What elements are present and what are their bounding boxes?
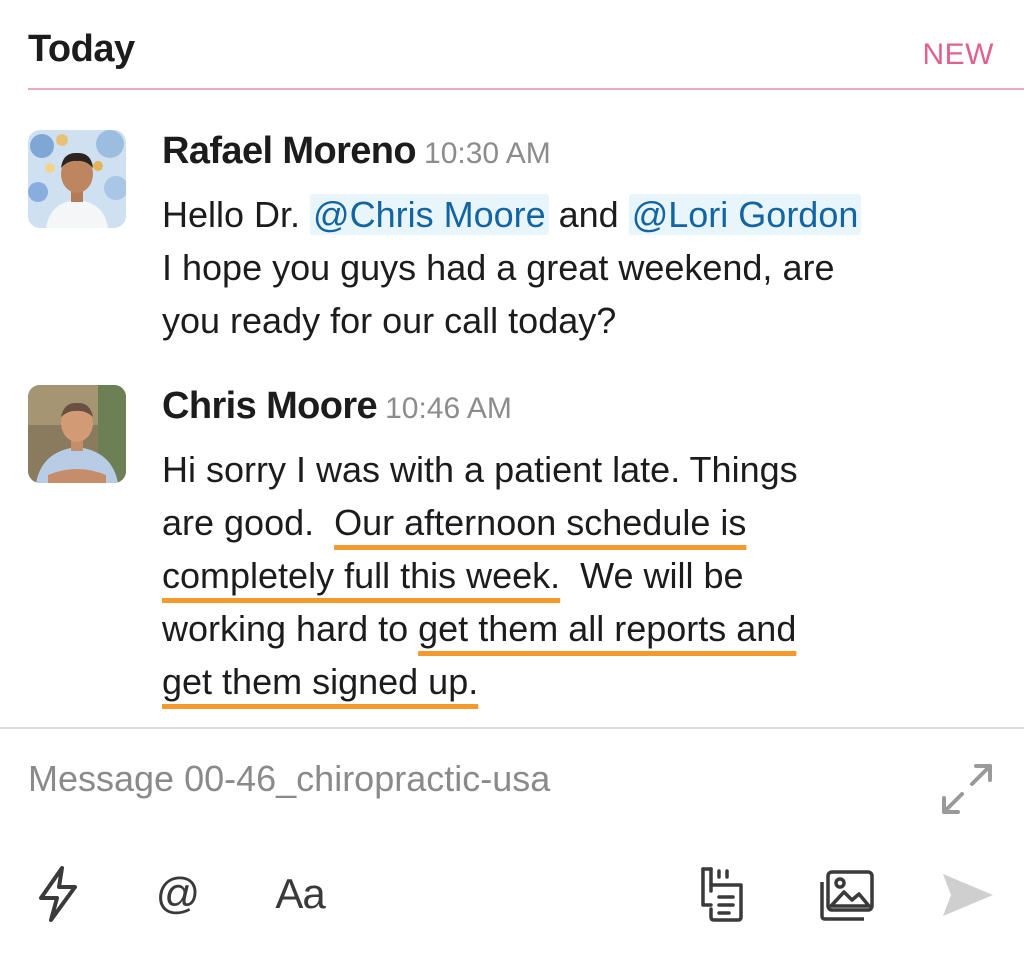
message-line: get them signed up. <box>162 655 992 708</box>
expand-icon[interactable] <box>938 760 996 818</box>
day-title: Today <box>28 28 135 70</box>
message-text: Hello Dr. <box>162 194 311 235</box>
message-input[interactable]: Message 00-46_chiropractic-usa <box>28 758 550 800</box>
new-messages-badge[interactable]: NEW <box>923 38 995 72</box>
mention-button[interactable]: @ <box>150 866 206 922</box>
user-mention[interactable]: @Lori Gordon <box>628 194 862 235</box>
author-name[interactable]: Rafael Moreno <box>162 130 417 172</box>
format-button[interactable]: Aa <box>268 864 332 924</box>
message-item: Rafael Moreno 10:30 AM Hello Dr. @Chris M… <box>0 130 1024 350</box>
message-line: completely full this week. We will be <box>162 549 992 602</box>
message-line: I hope you guys had a great weekend, are <box>162 247 835 288</box>
new-messages-divider <box>28 88 1024 90</box>
author-name[interactable]: Chris Moore <box>162 385 378 427</box>
message-header: Rafael Moreno 10:30 AM <box>162 130 551 173</box>
user-mention[interactable]: @Chris Moore <box>310 194 549 235</box>
message-text: and <box>548 194 629 235</box>
highlighted-text: Our afternoon schedule is <box>334 502 747 543</box>
highlighted-text: get them signed up. <box>162 661 479 702</box>
message-line: Hello Dr. @Chris Moore and @Lori Gordon <box>162 188 992 241</box>
highlighted-text: completely full this week. <box>162 555 561 596</box>
day-header: Today NEW <box>0 0 1024 90</box>
message-line: working hard to get them all reports and <box>162 602 992 655</box>
message-body: Hi sorry I was with a patient late. Thin… <box>162 443 992 708</box>
message-line: Hi sorry I was with a patient late. Thin… <box>162 449 798 490</box>
composer-divider <box>0 727 1024 729</box>
message-timestamp[interactable]: 10:46 AM <box>385 392 512 425</box>
image-icon[interactable] <box>818 868 876 922</box>
message-text: We will be <box>560 555 744 596</box>
lightning-icon[interactable] <box>34 864 82 924</box>
message-body: Hello Dr. @Chris Moore and @Lori Gordon … <box>162 188 992 347</box>
highlighted-text: get them all reports and <box>418 608 797 649</box>
file-icon[interactable] <box>696 864 750 924</box>
avatar[interactable] <box>28 385 126 483</box>
message-item: Chris Moore 10:46 AM Hi sorry I was with … <box>0 385 1024 715</box>
message-line: are good. Our afternoon schedule is <box>162 496 992 549</box>
message-text: are good. <box>162 502 335 543</box>
message-header: Chris Moore 10:46 AM <box>162 385 512 428</box>
message-line: you ready for our call today? <box>162 300 617 341</box>
send-icon[interactable] <box>938 868 996 922</box>
avatar[interactable] <box>28 130 126 228</box>
message-text: working hard to <box>162 608 419 649</box>
message-timestamp[interactable]: 10:30 AM <box>424 137 551 170</box>
